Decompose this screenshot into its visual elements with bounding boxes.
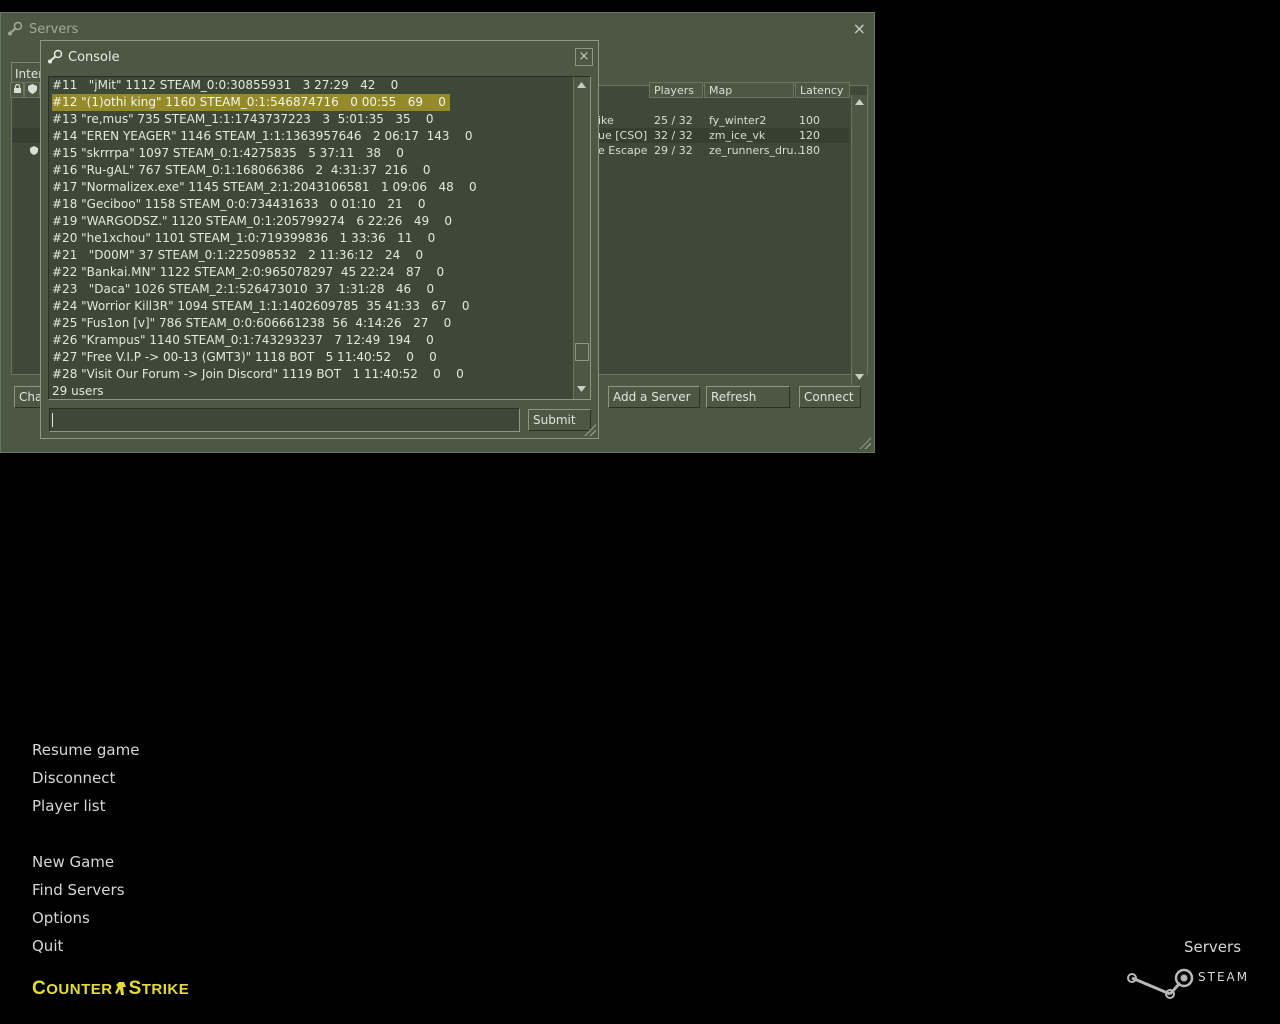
- server-map: fy_winter2: [709, 114, 767, 127]
- server-latency: 180: [799, 144, 820, 157]
- connect-button[interactable]: Connect: [799, 386, 861, 408]
- console-line: #24 "Worrior Kill3R" 1094 STEAM_1:1:1402…: [52, 299, 470, 313]
- soldier-icon: [114, 974, 126, 995]
- console-line-selected: #12 "(1)othi king" 1160 STEAM_0:1:546874…: [52, 94, 450, 111]
- server-name: ue [CSO]: [598, 129, 648, 142]
- console-line: #25 "Fus1on [v]" 786 STEAM_0:0:606661238…: [52, 316, 452, 330]
- resize-grip-icon[interactable]: [859, 437, 871, 449]
- console-line: #17 "Normalizex.exe" 1145 STEAM_2:1:2043…: [52, 180, 477, 194]
- resize-grip-icon[interactable]: [584, 424, 596, 436]
- scroll-down-icon[interactable]: [577, 386, 586, 392]
- console-scrollbar[interactable]: [573, 77, 590, 399]
- refresh-button[interactable]: Refresh: [706, 386, 790, 408]
- server-players: 32 / 32: [654, 129, 693, 142]
- console-line: #22 "Bankai.MN" 1122 STEAM_2:0:965078297…: [52, 265, 445, 279]
- steam-icon: [48, 49, 63, 64]
- server-map: ze_runners_dru…: [709, 144, 805, 157]
- console-line: #13 "re,mus" 735 STEAM_1:1:1743737223 3 …: [52, 112, 434, 126]
- scroll-down-icon[interactable]: [855, 374, 864, 380]
- scroll-up-icon[interactable]: [855, 99, 864, 105]
- taskbar-servers[interactable]: Servers: [1184, 938, 1241, 956]
- console-line: #23 "Daca" 1026 STEAM_2:1:526473010 37 1…: [52, 282, 435, 296]
- console-line: #15 "skrrrpa" 1097 STEAM_0:1:4275835 5 3…: [52, 146, 404, 160]
- console-line: #18 "Geciboo" 1158 STEAM_0:0:734431633 0…: [52, 197, 426, 211]
- close-icon[interactable]: ×: [575, 48, 593, 66]
- scroll-up-icon[interactable]: [577, 82, 586, 88]
- server-list-scrollbar[interactable]: [851, 95, 867, 385]
- console-line: #20 "he1xchou" 1101 STEAM_1:0:719399836 …: [52, 231, 436, 245]
- server-name: e Escape: [598, 144, 648, 157]
- counter-strike-logo: COUNTER STRIKE: [32, 974, 189, 1000]
- submit-button[interactable]: Submit: [528, 409, 591, 431]
- lock-icon: [14, 83, 21, 93]
- console-line: #14 "EREN YEAGER" 1146 STEAM_1:1:1363957…: [52, 129, 473, 143]
- console-line: #27 "Free V.I.P -> 00-13 (GMT3)" 1118 BO…: [52, 350, 437, 364]
- console-window: Console × #11 "jMit" 1112 STEAM_0:0:3085…: [40, 40, 599, 439]
- menu-player-list[interactable]: Player list: [32, 797, 105, 815]
- servers-window-title: Servers: [29, 22, 79, 37]
- server-latency: 120: [799, 129, 820, 142]
- column-lock[interactable]: [10, 82, 24, 98]
- column-map[interactable]: Map: [704, 82, 794, 98]
- text-caret: [52, 413, 53, 427]
- menu-disconnect[interactable]: Disconnect: [32, 769, 115, 787]
- menu-find-servers[interactable]: Find Servers: [32, 881, 125, 899]
- menu-options[interactable]: Options: [32, 909, 90, 927]
- console-output[interactable]: #11 "jMit" 1112 STEAM_0:0:30855931 3 27:…: [48, 76, 591, 400]
- menu-resume-game[interactable]: Resume game: [32, 741, 139, 759]
- column-latency[interactable]: Latency: [795, 82, 850, 98]
- console-line: #28 "Visit Our Forum -> Join Discord" 11…: [52, 367, 464, 381]
- change-filters-button[interactable]: Cha: [14, 386, 42, 408]
- menu-quit[interactable]: Quit: [32, 937, 63, 955]
- column-players[interactable]: Players: [649, 82, 703, 98]
- server-players: 25 / 32: [654, 114, 693, 127]
- console-line: #19 "WARGODSZ." 1120 STEAM_0:1:205799274…: [52, 214, 452, 228]
- server-players: 29 / 32: [654, 144, 693, 157]
- console-command-input[interactable]: [49, 408, 520, 432]
- server-latency: 100: [799, 114, 820, 127]
- console-line: #16 "Ru-gAL" 767 STEAM_0:1:168066386 2 4…: [52, 163, 431, 177]
- column-secure[interactable]: [24, 82, 40, 98]
- scroll-thumb[interactable]: [575, 343, 589, 361]
- console-line: #21 "D00M" 37 STEAM_0:1:225098532 2 11:3…: [52, 248, 424, 262]
- console-title: Console: [68, 50, 120, 65]
- console-line: #11 "jMit" 1112 STEAM_0:0:30855931 3 27:…: [52, 78, 399, 92]
- server-name: ike: [598, 114, 614, 127]
- server-map: zm_ice_vk: [709, 129, 766, 142]
- steam-logo-text: STEAM: [1198, 970, 1250, 984]
- close-icon[interactable]: ×: [853, 19, 866, 38]
- console-line: 29 users: [52, 384, 104, 398]
- shield-icon: [28, 84, 37, 94]
- menu-new-game[interactable]: New Game: [32, 853, 114, 871]
- console-line: #26 "Krampus" 1140 STEAM_0:1:743293237 7…: [52, 333, 434, 347]
- add-server-button[interactable]: Add a Server: [608, 386, 700, 408]
- steam-icon: [8, 21, 23, 36]
